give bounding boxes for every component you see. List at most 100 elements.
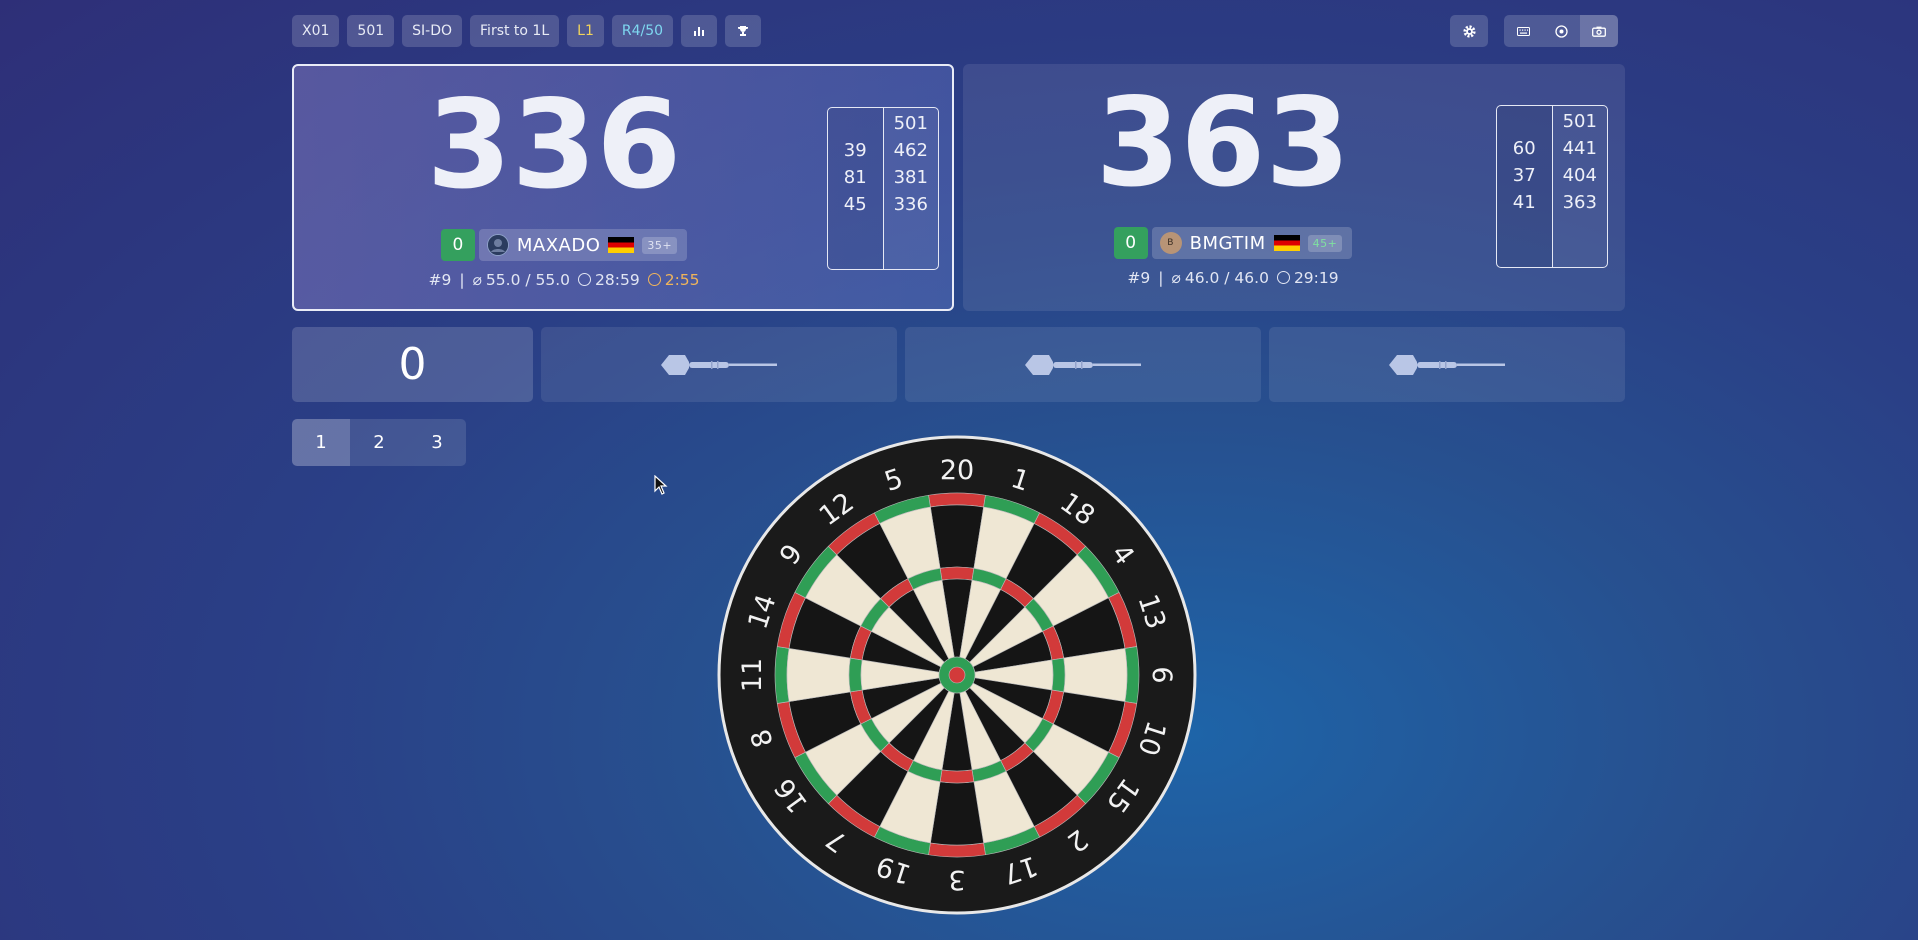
player-remaining-score: 336 xyxy=(426,74,682,216)
clock-icon xyxy=(1276,271,1290,284)
target-icon xyxy=(1554,24,1568,38)
stats-button[interactable] xyxy=(681,15,718,47)
player-stats-line: #9 | ⌀ 55.0 / 55.0 28:59 2:55 xyxy=(294,271,834,289)
score-history-table: 39 81 45 501 462 381 336 xyxy=(827,107,939,270)
treble-3[interactable] xyxy=(939,769,975,784)
board-number-11: 11 xyxy=(737,658,768,692)
player-name: BMGTIM xyxy=(1189,232,1266,254)
pager-button-2[interactable]: 2 xyxy=(350,419,408,466)
trophy-button[interactable] xyxy=(725,15,762,47)
mouse-cursor-icon xyxy=(654,475,668,495)
camera-view-button[interactable] xyxy=(1580,15,1618,47)
dartboard[interactable]: 20 11841361015217319716811149125 xyxy=(717,435,1197,915)
player-card-2[interactable]: 363 0 B BMGTIM 45+ #9 | ⌀ 46.0 / 46.0 29… xyxy=(963,64,1625,311)
bullseye[interactable] xyxy=(948,666,966,684)
pager-button-1[interactable]: 1 xyxy=(292,419,350,466)
player-rank: #9 xyxy=(1127,269,1151,287)
player-level-badge: 45+ xyxy=(1307,234,1343,252)
pager-button-3[interactable]: 3 xyxy=(408,419,466,466)
match-time-stat: 29:19 xyxy=(1276,269,1339,287)
turn-time-stat: 2:55 xyxy=(647,271,700,289)
board-number-6: 6 xyxy=(1146,666,1177,683)
camera-icon xyxy=(1592,26,1606,37)
game-mode-chip[interactable]: X01 xyxy=(292,15,340,47)
keyboard-icon xyxy=(1516,26,1530,36)
remaining-scores-column: 501 462 381 336 xyxy=(883,108,938,269)
player-name-row: 0 MAXADO 35+ xyxy=(294,229,834,261)
thrown-score: 45 xyxy=(843,194,867,215)
turn-total: 0 xyxy=(292,327,533,402)
bar-chart-icon xyxy=(694,26,705,36)
germany-flag-icon xyxy=(608,237,635,253)
germany-flag-icon xyxy=(1273,235,1300,251)
legs-won-badge: 0 xyxy=(1113,227,1148,259)
gear-icon xyxy=(1462,24,1476,38)
remaining-scores-column: 501 441 404 363 xyxy=(1552,106,1607,267)
remaining-score: 501 xyxy=(1562,111,1597,132)
remaining-score: 363 xyxy=(1562,192,1597,213)
remaining-score: 441 xyxy=(1562,138,1597,159)
thrown-scores-column: 39 81 45 xyxy=(828,108,884,269)
match-time: 29:19 xyxy=(1293,269,1339,287)
turn-time: 2:55 xyxy=(664,271,700,289)
average-icon: ⌀ xyxy=(472,271,482,289)
player-average: 46.0 / 46.0 xyxy=(1184,269,1269,287)
board-view-button[interactable] xyxy=(1542,15,1580,47)
player-name-box[interactable]: B BMGTIM 45+ xyxy=(1151,227,1353,259)
board-number-20: 20 xyxy=(940,455,974,486)
dart-slot-3[interactable] xyxy=(1269,327,1625,402)
view-mode-group xyxy=(1504,15,1618,47)
dartboard-camera-view[interactable]: 20 1 18 4 13 6 10 15 2 17 3 19 7 16 8 11 14 9 12 5 xyxy=(717,435,1197,915)
player-name-row: 0 B BMGTIM 45+ xyxy=(963,227,1503,259)
stats-separator: | xyxy=(459,271,465,289)
clock-icon xyxy=(578,273,592,286)
thrown-score: 41 xyxy=(1512,192,1536,213)
dart-multiplier-pager: 1 2 3 xyxy=(292,419,466,466)
leg-chip[interactable]: L1 xyxy=(567,15,604,47)
dart-icon xyxy=(1025,354,1141,375)
stats-separator: | xyxy=(1158,269,1164,287)
in-out-mode-chip[interactable]: SI-DO xyxy=(402,15,463,47)
keyboard-view-button[interactable] xyxy=(1504,15,1542,47)
player-stats-line: #9 | ⌀ 46.0 / 46.0 29:19 xyxy=(963,269,1503,287)
dart-slot-1[interactable] xyxy=(541,327,897,402)
player-rank: #9 xyxy=(428,271,452,289)
player-name: MAXADO xyxy=(516,234,601,256)
player-name-box[interactable]: MAXADO 35+ xyxy=(478,229,688,261)
avatar xyxy=(486,234,509,256)
match-time-stat: 28:59 xyxy=(578,271,640,289)
dart-icon xyxy=(661,354,777,375)
player-remaining-score: 363 xyxy=(1095,72,1351,214)
match-format-chip[interactable]: First to 1L xyxy=(470,15,560,47)
thrown-scores-column: 60 37 41 xyxy=(1497,106,1553,267)
player-card-1[interactable]: 336 0 MAXADO 35+ #9 | ⌀ 55.0 / 55.0 28:5… xyxy=(292,64,954,311)
round-chip[interactable]: R4/50 xyxy=(611,15,674,47)
remaining-score: 501 xyxy=(893,113,928,134)
dart-slot-2[interactable] xyxy=(905,327,1261,402)
treble-20[interactable] xyxy=(939,566,975,581)
remaining-score: 462 xyxy=(893,140,928,161)
settings-button[interactable] xyxy=(1450,15,1488,47)
board-number-3: 3 xyxy=(948,864,965,895)
remaining-score: 336 xyxy=(893,194,928,215)
trophy-icon xyxy=(738,26,749,36)
game-settings-bar: X01 501 SI-DO First to 1L L1 R4/50 xyxy=(292,15,762,47)
match-time: 28:59 xyxy=(595,271,640,289)
start-score-chip[interactable]: 501 xyxy=(347,15,395,47)
thrown-score: 37 xyxy=(1512,165,1536,186)
dart-icon xyxy=(1389,354,1505,375)
legs-won-badge: 0 xyxy=(440,229,475,261)
current-turn-row: 0 xyxy=(292,327,1625,402)
thrown-score: 81 xyxy=(843,167,867,188)
player-average: 55.0 / 55.0 xyxy=(485,271,571,289)
average-icon: ⌀ xyxy=(1171,269,1181,287)
thrown-score: 39 xyxy=(843,140,867,161)
player-level-badge: 35+ xyxy=(642,236,678,254)
avatar: B xyxy=(1159,232,1182,254)
thrown-score: 60 xyxy=(1512,138,1536,159)
treble-11[interactable] xyxy=(848,657,863,693)
treble-6[interactable] xyxy=(1051,657,1066,693)
top-right-controls xyxy=(1450,15,1618,47)
remaining-score: 381 xyxy=(893,167,928,188)
clock-icon xyxy=(647,273,661,286)
